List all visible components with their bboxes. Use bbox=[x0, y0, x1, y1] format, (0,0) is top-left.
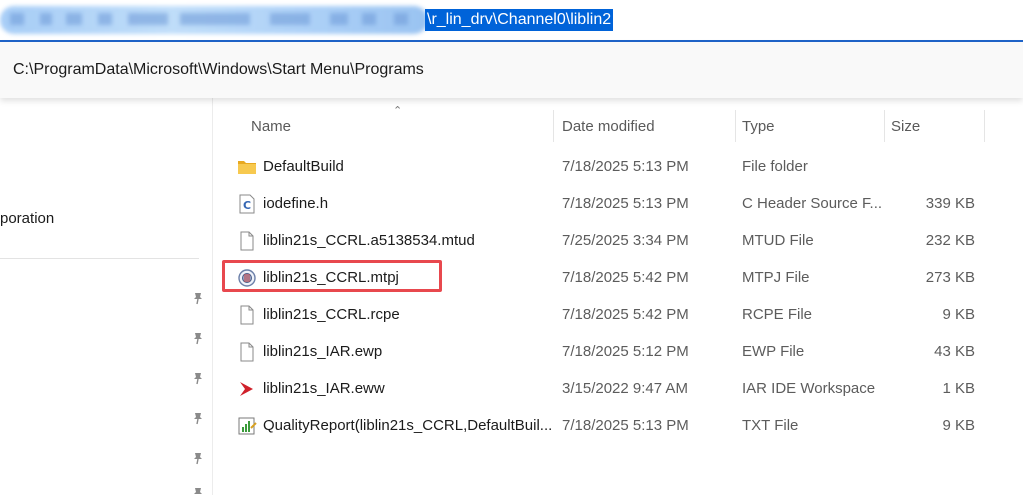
pin-icon[interactable] bbox=[191, 331, 205, 345]
file-type: C Header Source F... bbox=[742, 195, 882, 212]
pin-icon[interactable] bbox=[191, 451, 205, 465]
file-type: EWP File bbox=[742, 343, 805, 360]
file-row[interactable]: DefaultBuild 7/18/2025 5:13 PM File fold… bbox=[227, 148, 987, 185]
file-size: 232 KB bbox=[925, 232, 975, 249]
file-icon bbox=[240, 342, 254, 362]
report-icon bbox=[238, 417, 257, 435]
file-type: File folder bbox=[742, 158, 808, 175]
file-date: 7/18/2025 5:13 PM bbox=[562, 158, 689, 175]
file-name: iodefine.h bbox=[263, 195, 329, 212]
file-name: liblin21s_CCRL.rcpe bbox=[263, 306, 400, 323]
folder-icon bbox=[238, 161, 256, 174]
file-size: 9 KB bbox=[942, 306, 975, 323]
file-icon bbox=[240, 305, 254, 325]
file-name: DefaultBuild bbox=[263, 158, 344, 175]
svg-text:C: C bbox=[243, 199, 251, 212]
c-header-icon: C bbox=[239, 194, 255, 214]
column-header-size[interactable]: Size bbox=[891, 108, 981, 142]
column-header-date[interactable]: Date modified bbox=[562, 108, 732, 142]
pin-icon[interactable] bbox=[191, 291, 205, 305]
pin-icon[interactable] bbox=[191, 371, 205, 385]
file-name: liblin21s_IAR.eww bbox=[263, 380, 385, 397]
pin-icon[interactable] bbox=[191, 411, 205, 425]
file-date: 7/18/2025 5:13 PM bbox=[562, 417, 689, 434]
file-type: TXT File bbox=[742, 417, 799, 434]
column-header-name[interactable]: Name bbox=[251, 108, 551, 142]
nav-item-partial[interactable]: poration bbox=[0, 210, 54, 227]
file-type: IAR IDE Workspace bbox=[742, 380, 876, 397]
file-row[interactable]: liblin21s_CCRL.a5138534.mtud 7/25/2025 3… bbox=[227, 222, 987, 259]
navigation-pane: poration bbox=[0, 98, 212, 495]
file-date: 7/25/2025 3:34 PM bbox=[562, 232, 689, 249]
file-name: QualityReport(liblin21s_CCRL,DefaultBuil… bbox=[263, 417, 553, 434]
file-row[interactable]: liblin21s_IAR.ewp 7/18/2025 5:12 PM EWP … bbox=[227, 333, 987, 370]
file-row[interactable]: QualityReport(liblin21s_CCRL,DefaultBuil… bbox=[227, 407, 987, 444]
iar-icon bbox=[240, 382, 253, 396]
file-row[interactable]: liblin21s_CCRL.rcpe 7/18/2025 5:42 PM RC… bbox=[227, 296, 987, 333]
column-separator[interactable] bbox=[884, 110, 885, 142]
address-suggestion-list: C:\ProgramData\Microsoft\Windows\Start M… bbox=[0, 42, 1023, 98]
file-name: liblin21s_CCRL.a5138534.mtud bbox=[263, 232, 475, 249]
file-name: liblin21s_IAR.ewp bbox=[263, 343, 383, 360]
pin-icon[interactable] bbox=[191, 486, 205, 500]
file-size: 43 KB bbox=[934, 343, 975, 360]
file-size: 9 KB bbox=[942, 417, 975, 434]
redacted-path-segment bbox=[0, 6, 428, 34]
file-size bbox=[887, 148, 975, 185]
file-date: 7/18/2025 5:12 PM bbox=[562, 343, 689, 360]
file-date: 7/18/2025 5:42 PM bbox=[562, 269, 689, 286]
file-size: 1 KB bbox=[942, 380, 975, 397]
file-date: 7/18/2025 5:42 PM bbox=[562, 306, 689, 323]
file-date: 7/18/2025 5:13 PM bbox=[562, 195, 689, 212]
file-size: 273 KB bbox=[925, 269, 975, 286]
address-bar[interactable]: \r_lin_drv\Channel0\liblin2 bbox=[0, 0, 1023, 42]
file-row[interactable]: liblin21s_IAR.eww 3/15/2022 9:47 AM IAR … bbox=[227, 370, 987, 407]
nav-divider bbox=[0, 258, 199, 259]
file-size: 339 KB bbox=[925, 195, 975, 212]
file-type: MTUD File bbox=[742, 232, 814, 249]
column-separator[interactable] bbox=[735, 110, 736, 142]
file-row[interactable]: C iodefine.h 7/18/2025 5:13 PM C Header … bbox=[227, 185, 987, 222]
file-list: ⌃ Name Date modified Type Size DefaultBu… bbox=[212, 98, 1023, 495]
file-icon bbox=[240, 231, 254, 251]
column-header-type[interactable]: Type bbox=[742, 108, 882, 142]
column-separator[interactable] bbox=[984, 110, 985, 142]
highlight-annotation bbox=[222, 260, 442, 292]
file-date: 3/15/2022 9:47 AM bbox=[562, 380, 688, 397]
column-separator[interactable] bbox=[553, 110, 554, 142]
file-type: RCPE File bbox=[742, 306, 813, 323]
address-path-selected[interactable]: \r_lin_drv\Channel0\liblin2 bbox=[425, 9, 614, 31]
file-type: MTPJ File bbox=[742, 269, 810, 286]
address-suggestion-item[interactable]: C:\ProgramData\Microsoft\Windows\Start M… bbox=[13, 61, 424, 79]
